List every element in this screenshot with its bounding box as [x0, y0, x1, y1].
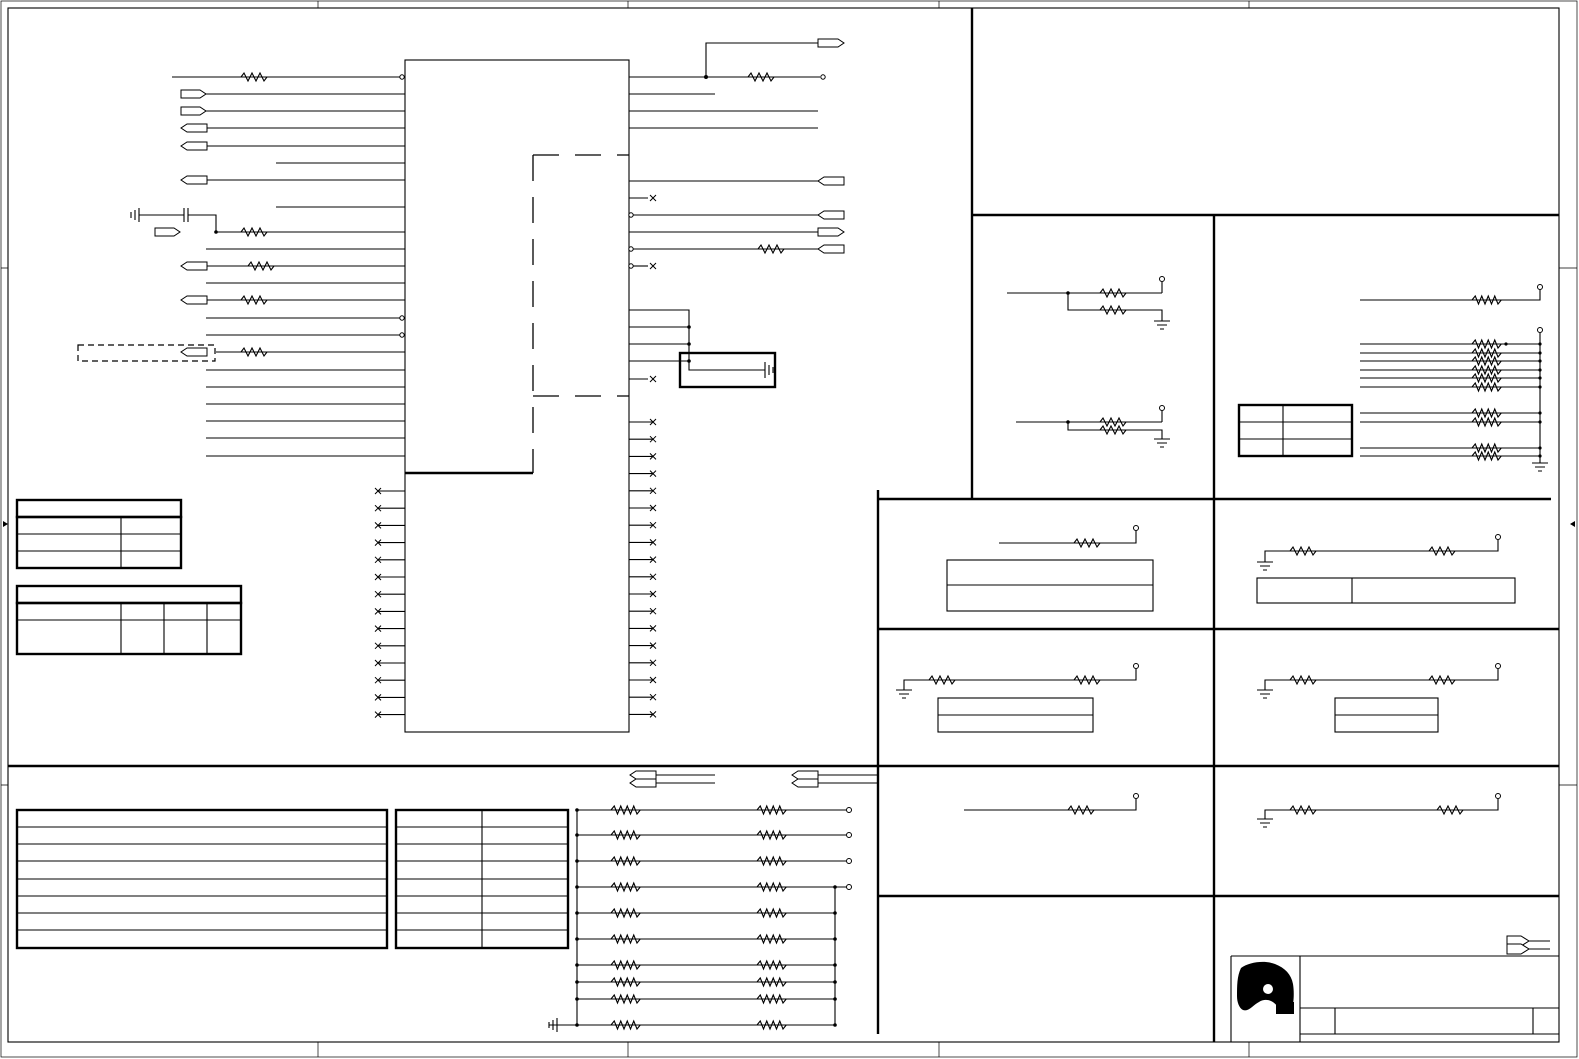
resistor [1471, 338, 1502, 350]
no-connect-mark [649, 375, 657, 383]
ground-symbol [548, 1018, 577, 1032]
junction-dot [833, 980, 837, 984]
junction-dot [833, 997, 837, 1001]
resistor-ladder [548, 804, 852, 1032]
junction-dot [1538, 411, 1542, 415]
right-pin-wires [628, 38, 845, 389]
resistor [1471, 407, 1502, 419]
test-point [1537, 284, 1543, 290]
resistor [1471, 355, 1502, 367]
resistor [610, 804, 641, 816]
junction-dot [1538, 420, 1542, 424]
left-ports [77, 89, 216, 362]
junction-dot [1538, 446, 1542, 450]
title-block [1230, 935, 1559, 1042]
resistor [756, 881, 787, 893]
resistor [610, 976, 641, 988]
cell-d [1257, 663, 1501, 733]
resistor [756, 855, 787, 867]
resistor [1471, 347, 1502, 359]
test-point [1537, 327, 1543, 333]
strap-array [1360, 284, 1548, 472]
left-resistors [240, 71, 275, 358]
resistor [1471, 364, 1502, 376]
left-table-2 [15, 584, 243, 656]
resistor [1471, 416, 1502, 428]
resistor [1471, 442, 1502, 454]
cell-a [946, 525, 1154, 612]
resistor [610, 907, 641, 919]
resistor [756, 829, 787, 841]
strap-table [1237, 403, 1354, 458]
no-connect-mark [649, 262, 657, 270]
resistor [610, 993, 641, 1005]
junction-dot [575, 885, 579, 889]
cell-e [964, 793, 1139, 816]
resistor [610, 881, 641, 893]
resistor [756, 804, 787, 816]
resistor [756, 959, 787, 971]
junction-dot [575, 859, 579, 863]
sheet-frame [0, 0, 1578, 1058]
junction-dot [1538, 376, 1542, 380]
junction-dot [833, 963, 837, 967]
junction-dot [575, 833, 579, 837]
junction-dot [833, 1023, 837, 1027]
junction-dot [575, 997, 579, 1001]
left-table-1 [15, 498, 183, 570]
test-point [846, 858, 852, 864]
no-connect-mark [649, 194, 657, 202]
cell-c [896, 663, 1139, 733]
junction-dot [1538, 359, 1542, 363]
test-point [846, 832, 852, 838]
resistor [610, 829, 641, 841]
main-ic [404, 59, 630, 733]
pullup-block-a [1007, 276, 1170, 330]
junction-dot [575, 808, 579, 812]
resistor [756, 933, 787, 945]
right-nc-pins [629, 194, 657, 718]
test-point [846, 884, 852, 890]
resistor [610, 1019, 641, 1031]
resistor [756, 976, 787, 988]
junction-dot [1538, 351, 1542, 355]
resistor [1471, 294, 1502, 306]
junction-dot [1538, 342, 1542, 346]
test-point [846, 807, 852, 813]
resistor [756, 907, 787, 919]
left-nc-pins [374, 487, 405, 718]
resistor [756, 1019, 787, 1031]
strap-wire [1360, 290, 1541, 301]
junction-dot [1538, 385, 1542, 389]
junction-dot [575, 937, 579, 941]
ground-symbol [1532, 456, 1548, 472]
junction-dot [575, 911, 579, 915]
junction-dot [1538, 368, 1542, 372]
cell-f [1257, 793, 1501, 828]
schematic-sheet [0, 0, 1578, 1058]
junction-dot [1504, 342, 1508, 346]
offpage-connector [1506, 935, 1550, 955]
company-logo [1236, 961, 1296, 1014]
junction-dot [833, 911, 837, 915]
resistor [756, 993, 787, 1005]
resistor [610, 959, 641, 971]
junction-dot [833, 937, 837, 941]
junction-dot [575, 963, 579, 967]
bottom-table-wide [15, 808, 389, 950]
pullup-block-b [1016, 405, 1170, 448]
resistor [1471, 372, 1502, 384]
junction-dot [575, 980, 579, 984]
cell-b [1256, 534, 1516, 604]
resistor [1471, 450, 1502, 462]
resistor [610, 933, 641, 945]
resistor [610, 855, 641, 867]
resistor [1471, 381, 1502, 393]
bottom-ports [629, 770, 878, 788]
bottom-table-narrow [394, 808, 570, 950]
junction-dot [833, 885, 837, 889]
